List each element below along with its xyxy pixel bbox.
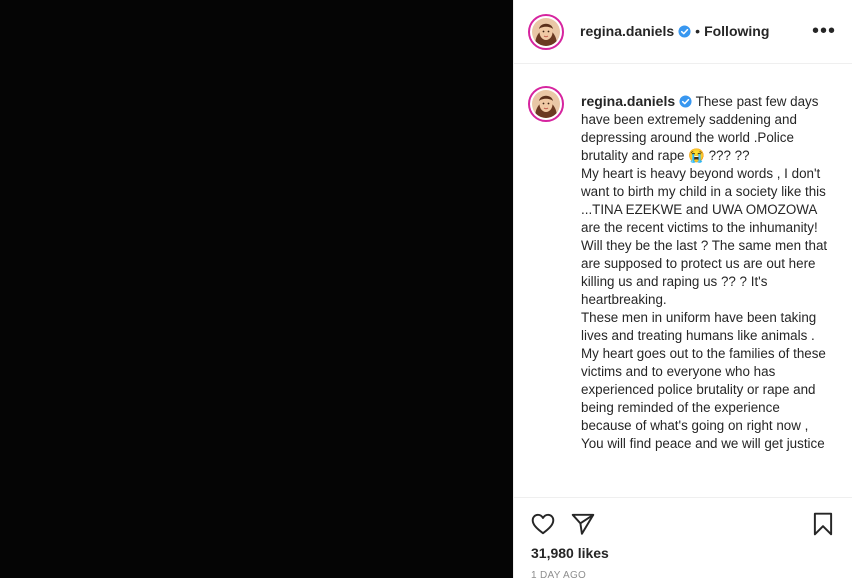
header-user-line: regina.daniels • Following bbox=[580, 23, 769, 39]
profile-photo-icon bbox=[532, 90, 560, 118]
profile-photo-icon bbox=[532, 18, 560, 46]
bookmark-icon[interactable] bbox=[810, 511, 836, 537]
post-media[interactable] bbox=[0, 0, 513, 578]
caption-username[interactable]: regina.daniels bbox=[581, 93, 675, 109]
heart-icon[interactable] bbox=[530, 511, 556, 537]
post-actions: 31,980 likes 1 DAY AGO bbox=[514, 498, 852, 581]
verified-badge-icon bbox=[679, 95, 692, 108]
post-timestamp[interactable]: 1 DAY AGO bbox=[531, 570, 586, 581]
post-caption: regina.daniels These past few days have … bbox=[581, 92, 833, 453]
verified-badge-icon bbox=[678, 25, 691, 38]
caption-paragraph: These men in uniform have been taking li… bbox=[581, 310, 817, 343]
caption-paragraph: regina.daniels These past few days have … bbox=[581, 92, 833, 165]
post-header: regina.daniels • Following ••• bbox=[514, 0, 852, 64]
post-username[interactable]: regina.daniels bbox=[580, 23, 674, 39]
post-side-panel: regina.daniels • Following ••• regina.dan… bbox=[513, 0, 852, 581]
avatar[interactable] bbox=[528, 14, 564, 50]
likes-count[interactable]: 31,980 likes bbox=[531, 545, 609, 561]
caption-avatar[interactable] bbox=[528, 86, 564, 122]
separator-dot: • bbox=[695, 23, 701, 39]
paper-plane-icon[interactable] bbox=[570, 511, 596, 537]
caption-paragraph: My heart is heavy beyond words , I don't… bbox=[581, 166, 828, 307]
caption-paragraph: My heart goes out to the families of the… bbox=[581, 346, 826, 451]
comments-area[interactable]: regina.daniels These past few days have … bbox=[514, 64, 852, 498]
following-button[interactable]: Following bbox=[704, 23, 769, 39]
more-options-icon[interactable]: ••• bbox=[812, 21, 836, 43]
